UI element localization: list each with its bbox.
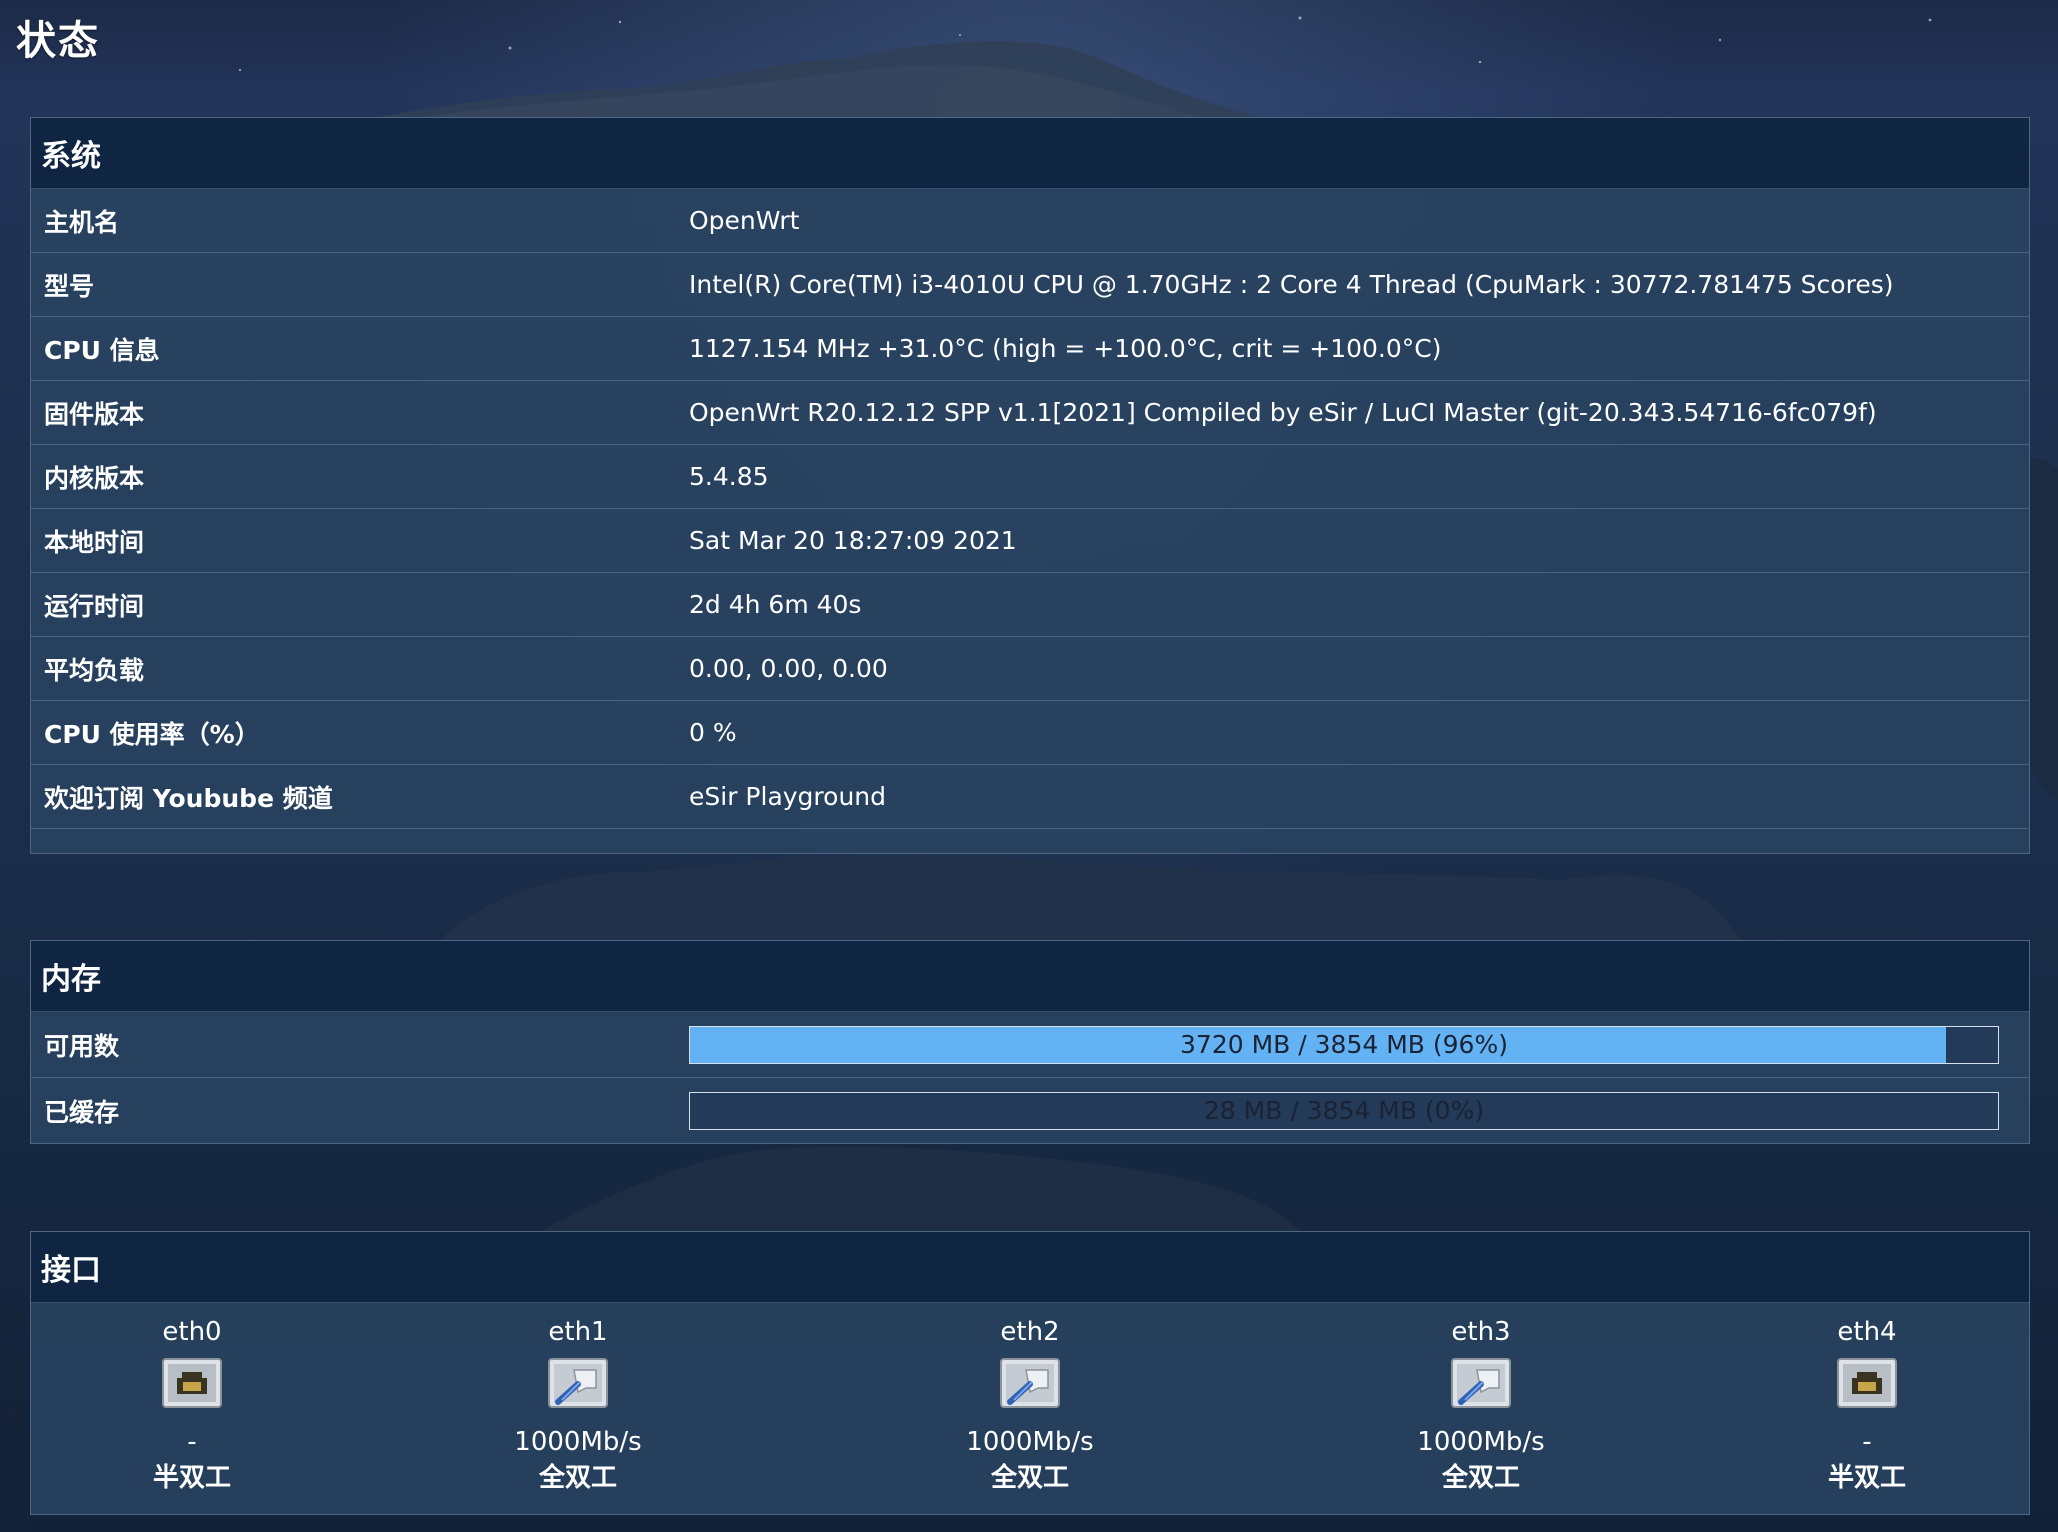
ethernet-port-connected-icon (1451, 1358, 1511, 1408)
row-value: 3720 MB / 3854 MB (96%) (689, 1025, 2029, 1064)
row-value: 28 MB / 3854 MB (0%) (689, 1091, 2029, 1130)
port-duplex: 半双工 (1827, 1463, 1906, 1493)
row-label: 已缓存 (44, 1097, 120, 1127)
system-row-cpu-info: CPU 信息 1127.154 MHz +31.0°C (high = +100… (31, 317, 2029, 381)
system-row-youtube-channel: 欢迎订阅 Youbube 频道 eSir Playground (31, 765, 2029, 829)
row-label: 内核版本 (44, 463, 145, 493)
port-eth3: eth3 1000Mb/s 全双工 (1371, 1312, 1591, 1496)
system-row-kernel: 内核版本 5.4.85 (31, 445, 2029, 509)
memory-row-available: 可用数 3720 MB / 3854 MB (96%) (31, 1012, 2029, 1078)
port-speed: 1000Mb/s (966, 1427, 1094, 1457)
progress-bar-text: 3720 MB / 3854 MB (96%) (1180, 1030, 1508, 1059)
row-label: 运行时间 (44, 591, 145, 621)
interfaces-panel: 接口 eth0 - 半双工 eth1 1000Mb/s 全双工 eth2 100… (30, 1231, 2030, 1515)
port-duplex: 全双工 (538, 1463, 617, 1493)
port-name: eth4 (1837, 1317, 1897, 1347)
port-duplex: 全双工 (1441, 1463, 1520, 1493)
system-row-cpu-usage: CPU 使用率（%） 0 % (31, 701, 2029, 765)
row-value: 0 % (689, 718, 737, 747)
row-value: 5.4.85 (689, 462, 769, 491)
row-label: 型号 (44, 271, 95, 301)
row-label: 主机名 (44, 207, 120, 237)
system-row-firmware: 固件版本 OpenWrt R20.12.12 SPP v1.1[2021] Co… (31, 381, 2029, 445)
row-label: 平均负载 (44, 655, 145, 685)
row-label: CPU 信息 (44, 335, 160, 365)
ethernet-port-disconnected-icon (1837, 1358, 1897, 1408)
row-value: OpenWrt (689, 206, 800, 235)
system-row-load-average: 平均负载 0.00, 0.00, 0.00 (31, 637, 2029, 701)
row-value: Intel(R) Core(TM) i3-4010U CPU @ 1.70GHz… (689, 270, 1894, 299)
port-speed: - (187, 1427, 197, 1457)
row-value: eSir Playground (689, 782, 887, 811)
system-row-uptime: 运行时间 2d 4h 6m 40s (31, 573, 2029, 637)
ethernet-port-disconnected-icon (162, 1358, 222, 1408)
system-row-hostname: 主机名 OpenWrt (31, 189, 2029, 253)
memory-available-progress-bar: 3720 MB / 3854 MB (96%) (689, 1025, 1999, 1064)
row-label: 可用数 (44, 1031, 120, 1061)
memory-cached-progress-bar: 28 MB / 3854 MB (0%) (689, 1091, 1999, 1130)
row-label: 欢迎订阅 Youbube 频道 (44, 783, 333, 813)
system-row-model: 型号 Intel(R) Core(TM) i3-4010U CPU @ 1.70… (31, 253, 2029, 317)
ethernet-port-connected-icon (548, 1358, 608, 1408)
port-speed: 1000Mb/s (514, 1427, 642, 1457)
port-name: eth2 (1000, 1317, 1060, 1347)
memory-panel: 内存 可用数 3720 MB / 3854 MB (96%) 已缓存 28 MB… (30, 940, 2030, 1144)
port-name: eth3 (1451, 1317, 1511, 1347)
ethernet-port-connected-icon (1000, 1358, 1060, 1408)
port-eth4: eth4 - 半双工 (1757, 1312, 1977, 1496)
memory-panel-header: 内存 (31, 941, 2029, 1012)
row-label: CPU 使用率（%） (44, 719, 260, 749)
port-duplex: 全双工 (990, 1463, 1069, 1493)
port-duplex: 半双工 (152, 1463, 231, 1493)
port-eth0: eth0 - 半双工 (82, 1312, 302, 1496)
port-speed: 1000Mb/s (1417, 1427, 1545, 1457)
port-eth1: eth1 1000Mb/s 全双工 (468, 1312, 688, 1496)
interfaces-panel-header: 接口 (31, 1232, 2029, 1303)
row-value: 1127.154 MHz +31.0°C (high = +100.0°C, c… (689, 334, 1442, 363)
system-panel: 系统 主机名 OpenWrt 型号 Intel(R) Core(TM) i3-4… (30, 117, 2030, 854)
row-label: 本地时间 (44, 527, 145, 557)
system-panel-header: 系统 (31, 118, 2029, 189)
row-value: 2d 4h 6m 40s (689, 590, 862, 619)
port-eth2: eth2 1000Mb/s 全双工 (920, 1312, 1140, 1496)
port-name: eth1 (548, 1317, 608, 1347)
row-value: 0.00, 0.00, 0.00 (689, 654, 888, 683)
memory-row-cached: 已缓存 28 MB / 3854 MB (0%) (31, 1078, 2029, 1143)
port-speed: - (1862, 1427, 1872, 1457)
row-value: Sat Mar 20 18:27:09 2021 (689, 526, 1017, 555)
system-row-local-time: 本地时间 Sat Mar 20 18:27:09 2021 (31, 509, 2029, 573)
row-value: OpenWrt R20.12.12 SPP v1.1[2021] Compile… (689, 398, 1877, 427)
port-name: eth0 (162, 1317, 222, 1347)
page-title: 状态 (16, 18, 100, 64)
progress-bar-text: 28 MB / 3854 MB (0%) (1203, 1096, 1485, 1125)
row-label: 固件版本 (44, 399, 145, 429)
